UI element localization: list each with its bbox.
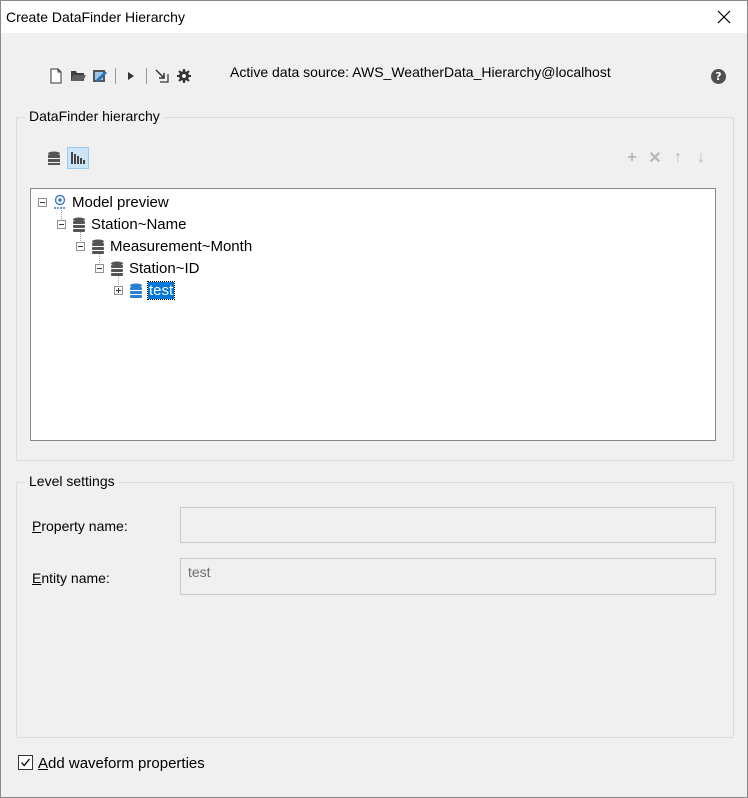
window-title: Create DataFinder Hierarchy <box>6 9 185 25</box>
property-name-label: Property name: <box>32 518 128 534</box>
help-button[interactable]: ? <box>711 69 726 84</box>
tree-node-test[interactable]: test <box>114 280 176 300</box>
entity-name-label: Entity name: <box>32 570 110 586</box>
edit-icon <box>93 70 107 82</box>
open-folder-icon <box>71 71 86 81</box>
tree-node-label: Station~ID <box>129 259 200 277</box>
expand-toggle[interactable] <box>114 285 123 295</box>
new-icon <box>50 68 62 84</box>
add-waveform-label[interactable]: Add waveform properties <box>38 755 205 772</box>
bar-columns-icon <box>71 152 85 164</box>
main-toolbar <box>45 65 195 87</box>
import-icon <box>155 69 169 83</box>
open-button[interactable] <box>67 65 89 87</box>
toolbar-separator <box>115 68 116 84</box>
database-icon <box>48 151 60 165</box>
run-button[interactable] <box>120 65 142 87</box>
add-icon: + <box>627 149 637 166</box>
property-name-input[interactable] <box>180 507 716 543</box>
run-icon <box>128 72 134 80</box>
tree-node-station-id[interactable]: Station~ID <box>95 258 199 278</box>
database-icon <box>71 216 87 232</box>
tree-node-label: Station~Name <box>91 215 187 233</box>
add-level-button[interactable]: + <box>621 147 643 169</box>
tree-node-label: Model preview <box>72 193 169 211</box>
import-button[interactable] <box>151 65 173 87</box>
collapse-toggle[interactable] <box>76 241 85 251</box>
collapse-toggle[interactable] <box>95 263 104 273</box>
model-preview-icon <box>52 194 68 210</box>
arrow-up-icon: ↑ <box>674 149 682 166</box>
edit-button[interactable] <box>89 65 111 87</box>
level-settings-title: Level settings <box>25 473 119 489</box>
remove-level-button[interactable]: ✕ <box>644 147 666 169</box>
move-up-button[interactable]: ↑ <box>667 147 689 169</box>
dialog-window: Create DataFinder Hierarchy Active data … <box>0 0 748 798</box>
tree-node-label: Measurement~Month <box>110 237 253 255</box>
add-waveform-checkbox[interactable] <box>18 755 33 770</box>
active-data-source-label: Active data source: AWS_WeatherData_Hier… <box>230 64 611 80</box>
collapse-toggle[interactable] <box>57 219 66 229</box>
title-bar: Create DataFinder Hierarchy <box>1 1 747 33</box>
hierarchy-group-title: DataFinder hierarchy <box>25 108 164 124</box>
hierarchy-tree[interactable]: Model preview Station~Name Measurement~M… <box>30 188 716 441</box>
settings-button[interactable] <box>173 65 195 87</box>
database-view-button[interactable] <box>43 147 65 169</box>
hierarchy-view-tools <box>43 147 89 169</box>
hierarchy-edit-tools: + ✕ ↑ ↓ <box>621 147 712 169</box>
checkmark-icon <box>21 758 31 767</box>
tree-node-measurement-month[interactable]: Measurement~Month <box>76 236 252 256</box>
entity-name-input[interactable]: test <box>180 558 716 595</box>
toolbar-separator <box>146 68 147 84</box>
database-icon <box>109 260 125 276</box>
delete-icon: ✕ <box>648 150 662 167</box>
tree-node-label-selected: test <box>146 280 176 300</box>
close-button[interactable] <box>701 1 747 33</box>
database-icon <box>90 238 106 254</box>
settings-icon <box>177 69 191 83</box>
tree-node-station-name[interactable]: Station~Name <box>57 214 186 234</box>
close-icon <box>717 10 731 24</box>
tree-node-model-preview[interactable]: Model preview <box>38 192 169 212</box>
database-blue-icon <box>128 282 144 298</box>
arrow-down-icon: ↓ <box>697 149 705 166</box>
move-down-button[interactable]: ↓ <box>690 147 712 169</box>
collapse-toggle[interactable] <box>38 197 47 207</box>
hierarchy-view-button[interactable] <box>67 147 89 169</box>
new-button[interactable] <box>45 65 67 87</box>
help-icon: ? <box>715 70 722 83</box>
